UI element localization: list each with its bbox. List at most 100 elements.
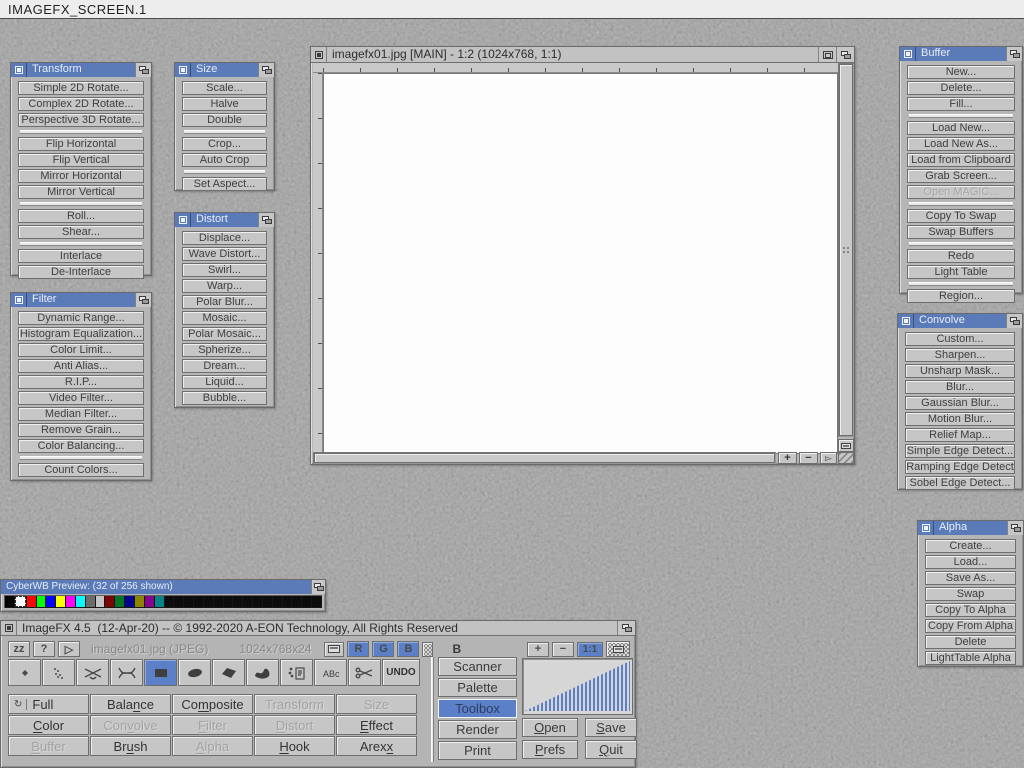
panel-button[interactable]: Color Balancing... — [18, 439, 144, 453]
color-swatch[interactable] — [56, 596, 65, 607]
menu-grid-button[interactable]: Color — [8, 715, 89, 735]
panel-button[interactable]: Warp... — [182, 279, 267, 293]
panel-button[interactable]: Save As... — [925, 571, 1016, 585]
panel-button[interactable]: Anti Alias... — [18, 359, 144, 373]
panel-button[interactable]: Swap — [925, 587, 1016, 601]
depth-icon[interactable] — [135, 63, 151, 77]
vertical-scroll-thumb[interactable] — [839, 64, 853, 436]
zoom-out-button[interactable]: − — [552, 642, 574, 657]
color-swatch[interactable] — [214, 596, 223, 607]
panel-button[interactable]: Copy To Swap — [907, 209, 1015, 223]
panel-button[interactable]: Simple Edge Detect... — [905, 444, 1015, 458]
mode-button[interactable]: Toolbox — [438, 699, 517, 718]
close-icon[interactable] — [11, 63, 27, 77]
panel-button[interactable]: Load... — [925, 555, 1016, 569]
panel-button[interactable]: Ramping Edge Detect — [905, 460, 1015, 474]
color-swatch[interactable] — [5, 596, 14, 607]
panel-button[interactable]: Scale... — [182, 81, 267, 95]
depth-icon[interactable] — [617, 621, 635, 635]
menu-grid-button[interactable]: Buffer — [8, 736, 89, 756]
color-swatch[interactable] — [46, 596, 55, 607]
screen-grab-icon[interactable] — [606, 641, 630, 657]
distort-titlebar[interactable]: Distort — [175, 213, 274, 227]
panel-button[interactable]: Relief Map... — [905, 428, 1015, 442]
panel-button[interactable]: Sobel Edge Detect... — [905, 476, 1015, 490]
panel-button[interactable]: R.I.P... — [18, 375, 144, 389]
panel-button[interactable]: Open MAGIC... — [907, 185, 1015, 199]
depth-icon[interactable] — [311, 580, 325, 594]
color-swatch[interactable] — [37, 596, 46, 607]
depth-icon[interactable] — [1007, 521, 1023, 535]
menu-grid-button[interactable]: Full — [8, 694, 89, 714]
panel-button[interactable]: Auto Crop — [182, 153, 267, 167]
menu-grid-button[interactable]: Composite — [172, 694, 253, 714]
line-tool-icon[interactable] — [76, 659, 109, 686]
box-tool-icon[interactable] — [144, 659, 177, 686]
panel-button[interactable]: Mirror Vertical — [18, 185, 144, 199]
panel-button[interactable]: Color Limit... — [18, 343, 144, 357]
close-icon[interactable] — [175, 213, 191, 227]
panel-button[interactable]: Remove Grain... — [18, 423, 144, 437]
action-button[interactable]: Prefs — [522, 740, 578, 759]
panel-button[interactable]: LightTable Alpha — [925, 651, 1016, 665]
color-swatch[interactable] — [312, 596, 321, 607]
menu-grid-button[interactable]: Distort — [254, 715, 335, 735]
panel-button[interactable]: Crop... — [182, 137, 267, 151]
depth-icon[interactable] — [258, 63, 274, 77]
panel-button[interactable]: Copy To Alpha — [925, 603, 1016, 617]
panel-button[interactable]: Liquid... — [182, 375, 267, 389]
panel-button[interactable]: Dynamic Range... — [18, 311, 144, 325]
panel-button[interactable]: Displace... — [182, 231, 267, 245]
depth-icon[interactable] — [1006, 314, 1022, 328]
panel-button[interactable]: Motion Blur... — [905, 412, 1015, 426]
color-swatch[interactable] — [76, 596, 85, 607]
menu-grid-button[interactable]: Brush — [90, 736, 171, 756]
color-swatch[interactable] — [292, 596, 301, 607]
mode-button[interactable]: Print — [438, 741, 517, 760]
color-swatch[interactable] — [184, 596, 193, 607]
mode-button[interactable]: Palette — [438, 678, 517, 697]
panel-button[interactable]: Dream... — [182, 359, 267, 373]
size-titlebar[interactable]: Size — [175, 63, 274, 77]
paste-tool-icon[interactable] — [280, 659, 313, 686]
panel-button[interactable]: Load New... — [907, 121, 1015, 135]
convolve-titlebar[interactable]: Convolve — [898, 314, 1022, 328]
menu-grid-button[interactable]: Size — [336, 694, 417, 714]
menu-grid-button[interactable]: Effect — [336, 715, 417, 735]
point-tool-icon[interactable] — [8, 659, 41, 686]
palette-titlebar[interactable]: CyberWB Preview: (32 of 256 shown) — [1, 580, 325, 594]
panel-button[interactable]: Redo — [907, 249, 1015, 263]
panel-button[interactable]: Unsharp Mask... — [905, 364, 1015, 378]
color-swatch[interactable] — [302, 596, 311, 607]
color-swatch[interactable] — [243, 596, 252, 607]
alpha-titlebar[interactable]: Alpha — [918, 521, 1023, 535]
close-icon[interactable] — [1, 621, 17, 635]
color-swatch[interactable] — [174, 596, 183, 607]
panel-button[interactable]: Flip Horizontal — [18, 137, 144, 151]
polygon-tool-icon[interactable] — [212, 659, 245, 686]
color-swatch[interactable] — [66, 596, 75, 607]
zoom-in-button[interactable]: + — [527, 642, 549, 657]
action-button[interactable]: Open — [522, 718, 578, 737]
color-swatch[interactable] — [86, 596, 95, 607]
menu-grid-button[interactable]: Alpha — [172, 736, 253, 756]
panel-button[interactable]: Simple 2D Rotate... — [18, 81, 144, 95]
main-titlebar[interactable]: ImageFX 4.5 (12-Apr-20) -- © 1992-2020 A… — [1, 621, 635, 636]
color-swatch[interactable] — [273, 596, 282, 607]
panel-button[interactable]: Perspective 3D Rotate... — [18, 113, 144, 127]
panel-button[interactable]: Sharpen... — [905, 348, 1015, 362]
panel-button[interactable]: Set Aspect... — [182, 177, 267, 191]
panel-button[interactable]: Copy From Alpha — [925, 619, 1016, 633]
panel-button[interactable]: Delete... — [907, 81, 1015, 95]
vertical-scrollbar[interactable] — [838, 63, 854, 437]
panel-button[interactable]: Bubble... — [182, 391, 267, 405]
panel-button[interactable]: Halve — [182, 97, 267, 111]
panel-button[interactable]: Flip Vertical — [18, 153, 144, 167]
panel-button[interactable]: Create... — [925, 539, 1016, 553]
panel-button[interactable]: Delete — [925, 635, 1016, 649]
panel-button[interactable]: Light Table — [907, 265, 1015, 279]
color-swatch[interactable] — [283, 596, 292, 607]
resize-corner[interactable] — [838, 452, 854, 464]
close-icon[interactable] — [175, 63, 191, 77]
undo-button[interactable]: UNDO — [382, 659, 420, 686]
